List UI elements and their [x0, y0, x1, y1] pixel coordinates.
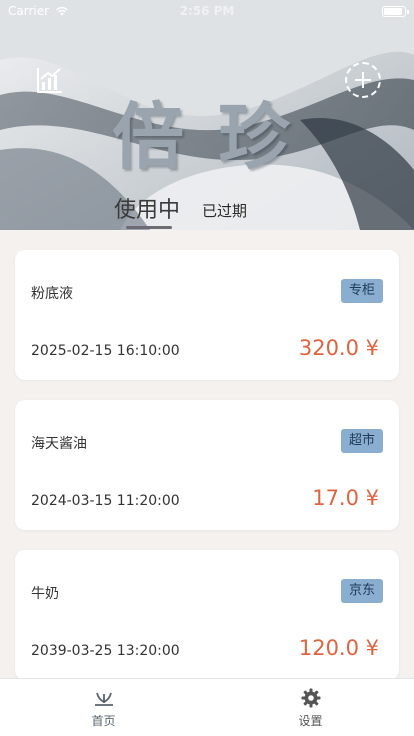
- tab-in-use[interactable]: 使用中: [114, 192, 181, 229]
- status-tabs: 使用中 已过期: [114, 192, 247, 229]
- tabbar-label-settings: 设置: [298, 714, 323, 728]
- item-name: 牛奶: [31, 586, 59, 602]
- item-date: 2039-03-25 13:20:00: [31, 643, 180, 659]
- list-item[interactable]: 牛奶 京东 2039-03-25 13:20:00 120.0 ¥: [15, 550, 399, 678]
- item-date: 2025-02-15 16:10:00: [31, 343, 180, 359]
- tab-expired-label: 已过期: [202, 202, 248, 220]
- status-bar: Carrier 2:56 PM: [0, 0, 414, 22]
- add-item-button[interactable]: [345, 62, 381, 98]
- item-price: 320.0 ¥: [298, 336, 379, 360]
- statistics-chart-icon[interactable]: [36, 66, 64, 94]
- item-list[interactable]: 粉底液 专柜 2025-02-15 16:10:00 320.0 ¥ 海天酱油 …: [0, 230, 414, 678]
- tabbar-item-home[interactable]: 首页: [0, 679, 207, 736]
- home-sprout-icon: [94, 692, 113, 706]
- item-price: 120.0 ¥: [298, 636, 379, 660]
- item-name: 粉底液: [31, 286, 73, 302]
- tab-in-use-label: 使用中: [114, 198, 181, 223]
- item-price: 17.0 ¥: [312, 486, 379, 510]
- status-time: 2:56 PM: [179, 4, 235, 18]
- battery-icon: [382, 5, 409, 17]
- item-name: 海天酱油: [31, 436, 87, 452]
- list-item[interactable]: 粉底液 专柜 2025-02-15 16:10:00 320.0 ¥: [15, 250, 399, 380]
- tab-expired[interactable]: 已过期: [202, 200, 247, 224]
- item-source-badge: 京东: [340, 579, 383, 603]
- tabbar-item-settings[interactable]: 设置: [207, 679, 414, 736]
- tabbar-label-home: 首页: [91, 714, 116, 728]
- item-source-badge: 专柜: [340, 279, 383, 303]
- list-item[interactable]: 海天酱油 超市 2024-03-15 11:20:00 17.0 ¥: [15, 400, 399, 530]
- item-date: 2024-03-15 11:20:00: [31, 493, 180, 509]
- active-tab-indicator: [126, 226, 172, 229]
- header-banner: Carrier 2:56 PM 倍珍 使用中 已过期: [0, 0, 414, 230]
- brand-title: 倍珍: [112, 94, 325, 179]
- bottom-tab-bar: 首页 设置: [0, 678, 414, 736]
- gear-icon: [301, 688, 320, 708]
- item-source-badge: 超市: [340, 429, 383, 453]
